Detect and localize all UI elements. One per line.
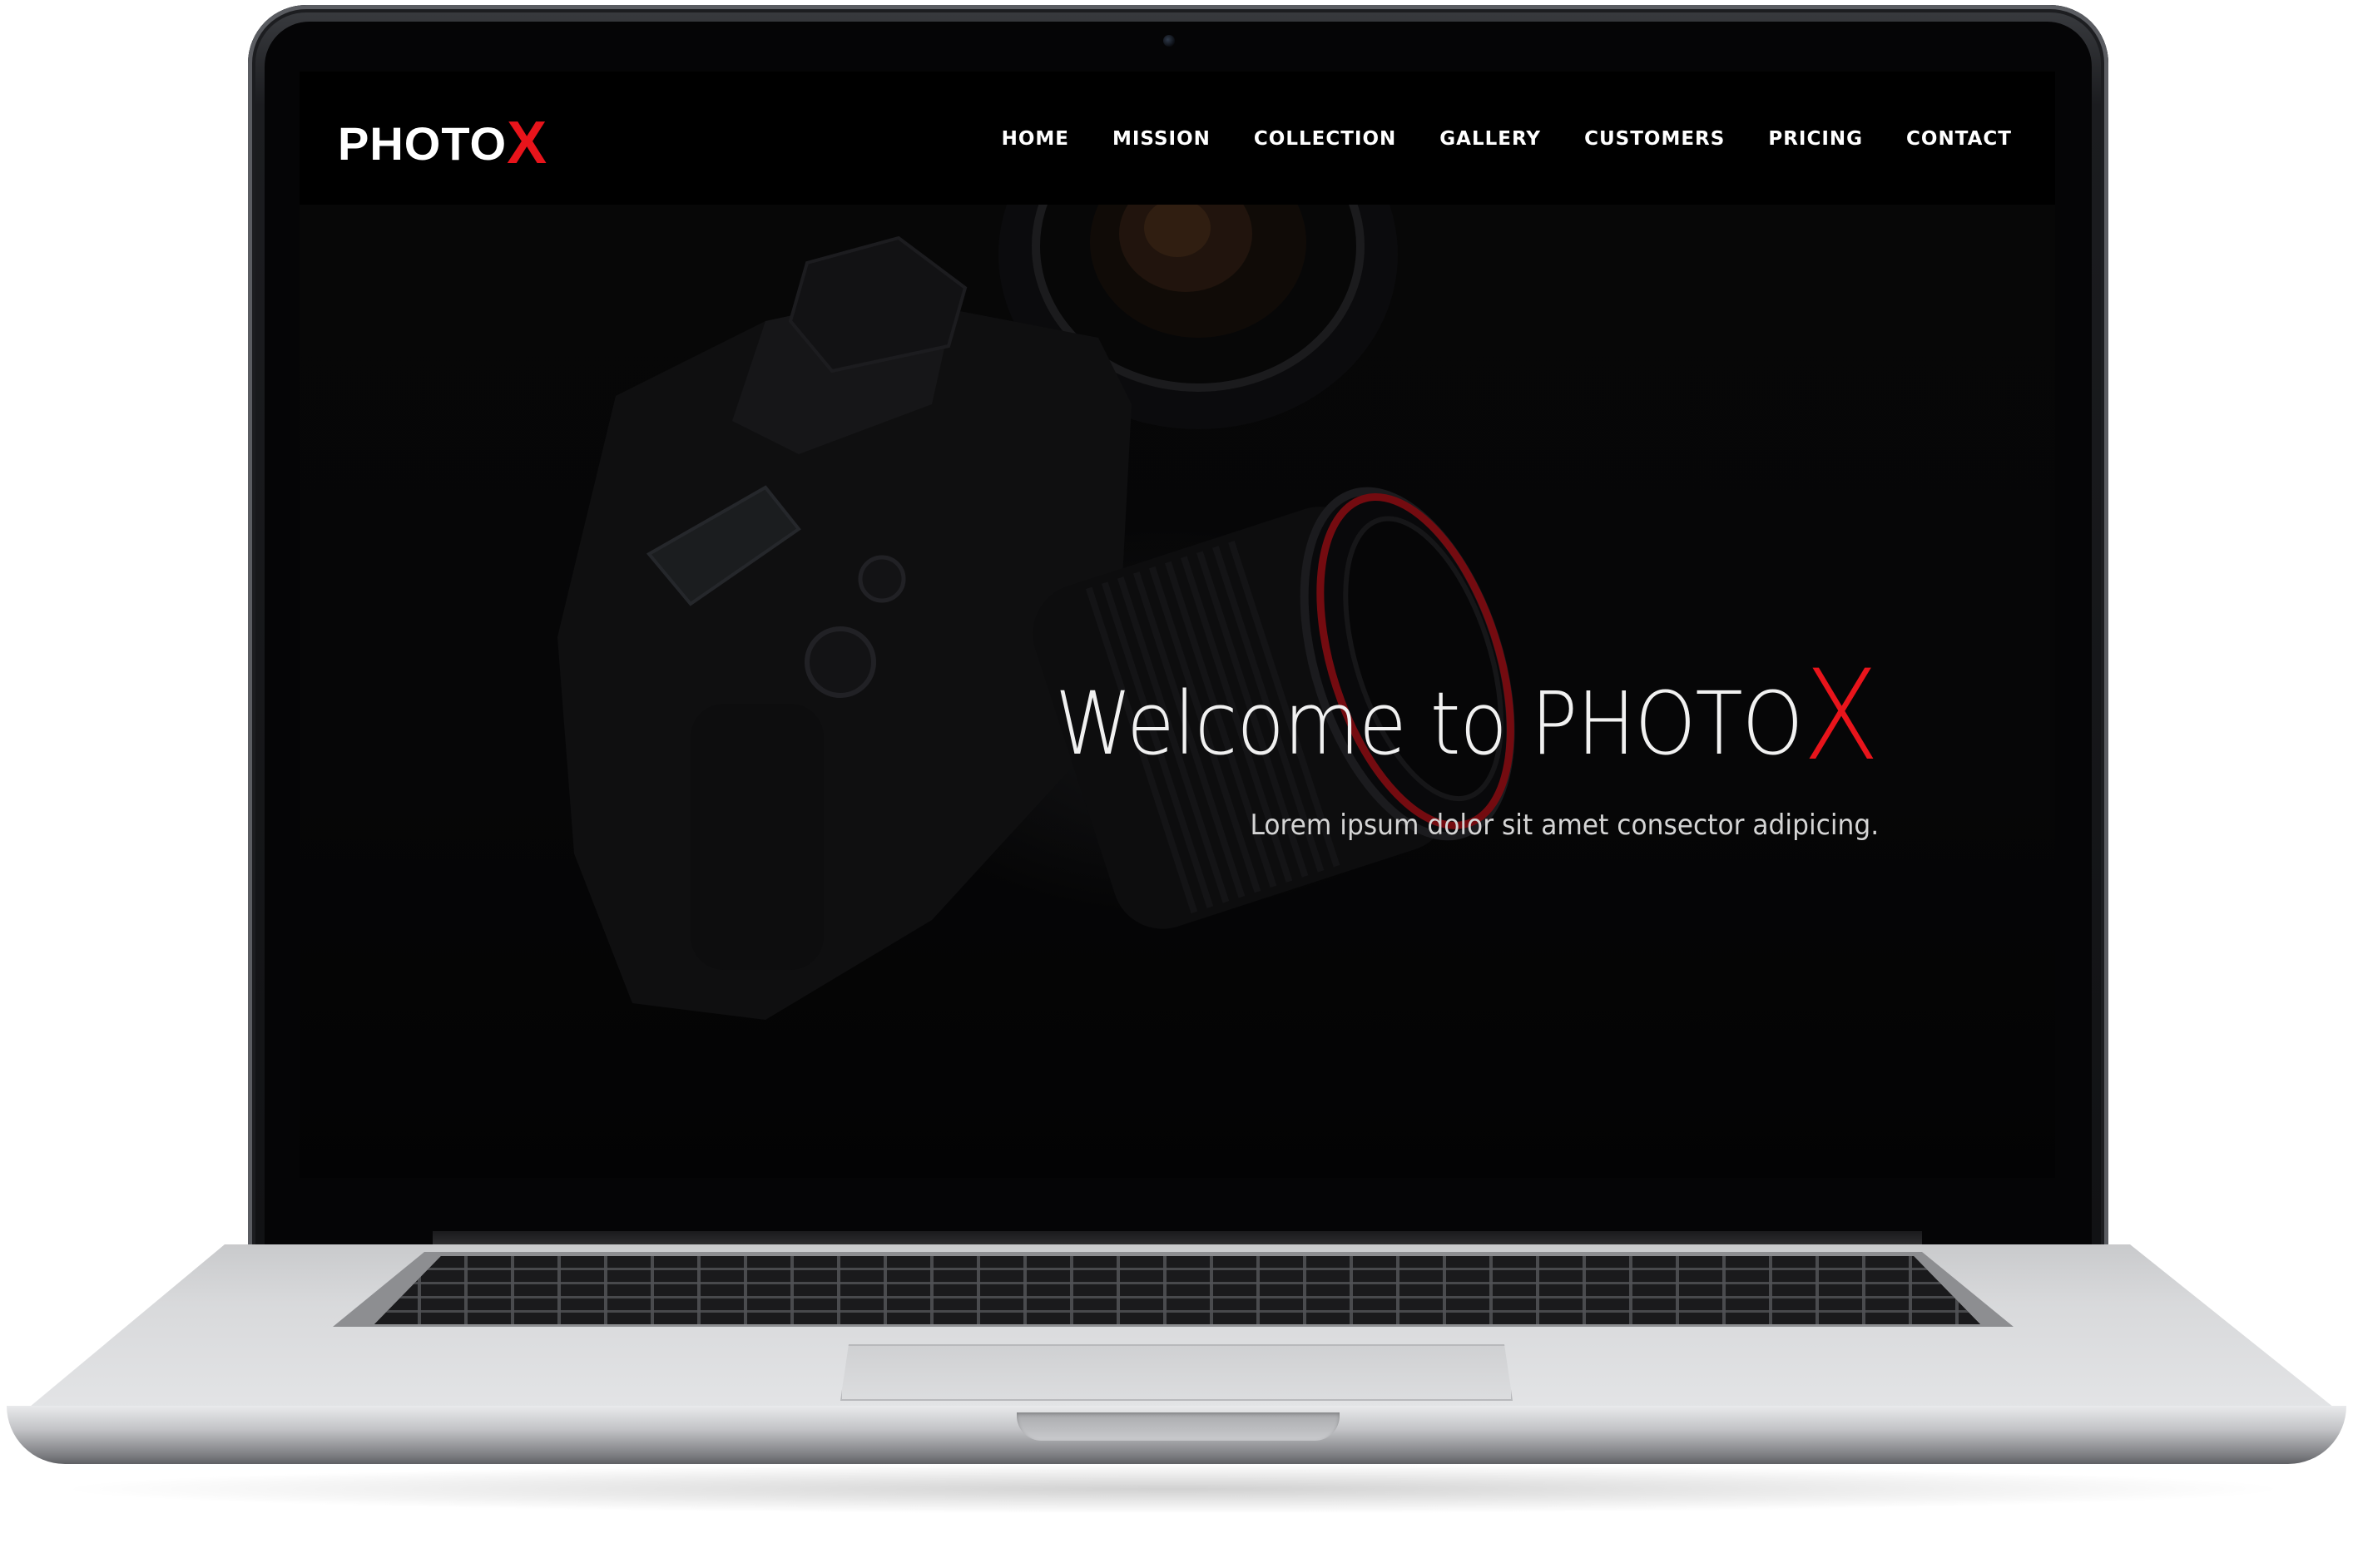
laptop-shadow	[50, 1464, 2296, 1514]
website-screen: PHOTOX HOME MISSION COLLECTION GALLERY C…	[300, 72, 2055, 1178]
hero-text: Welcome to PHOTOX Lorem ipsum dolor sit …	[963, 654, 1880, 842]
main-nav: HOME MISSION COLLECTION GALLERY CUSTOMER…	[1002, 128, 2012, 150]
hero-title-accent: X	[1802, 644, 1879, 789]
keyboard-rows	[374, 1256, 1980, 1324]
webcam-icon	[1163, 35, 1175, 47]
hero-title-main: Welcome to PHOTO	[1054, 673, 1803, 774]
logo-accent: X	[507, 110, 548, 176]
trackpad	[840, 1344, 1513, 1401]
hero-subtitle: Lorem ipsum dolor sit amet consector adi…	[1250, 809, 1879, 842]
nav-mission[interactable]: MISSION	[1112, 128, 1211, 150]
nav-home[interactable]: HOME	[1002, 128, 1069, 150]
laptop-mockup: PHOTOX HOME MISSION COLLECTION GALLERY C…	[0, 0, 2353, 1568]
hero-title: Welcome to PHOTOX	[1054, 654, 1880, 779]
lid-notch	[1017, 1412, 1340, 1441]
site-navbar: PHOTOX HOME MISSION COLLECTION GALLERY C…	[300, 72, 2055, 205]
nav-customers[interactable]: CUSTOMERS	[1584, 128, 1725, 150]
logo-text: PHOTO	[338, 117, 508, 170]
nav-collection[interactable]: COLLECTION	[1254, 128, 1396, 150]
nav-contact[interactable]: CONTACT	[1906, 128, 2012, 150]
nav-gallery[interactable]: GALLERY	[1439, 128, 1541, 150]
site-logo[interactable]: PHOTOX	[338, 113, 547, 173]
nav-pricing[interactable]: PRICING	[1768, 128, 1863, 150]
hero-section: Welcome to PHOTOX Lorem ipsum dolor sit …	[300, 205, 2055, 1178]
